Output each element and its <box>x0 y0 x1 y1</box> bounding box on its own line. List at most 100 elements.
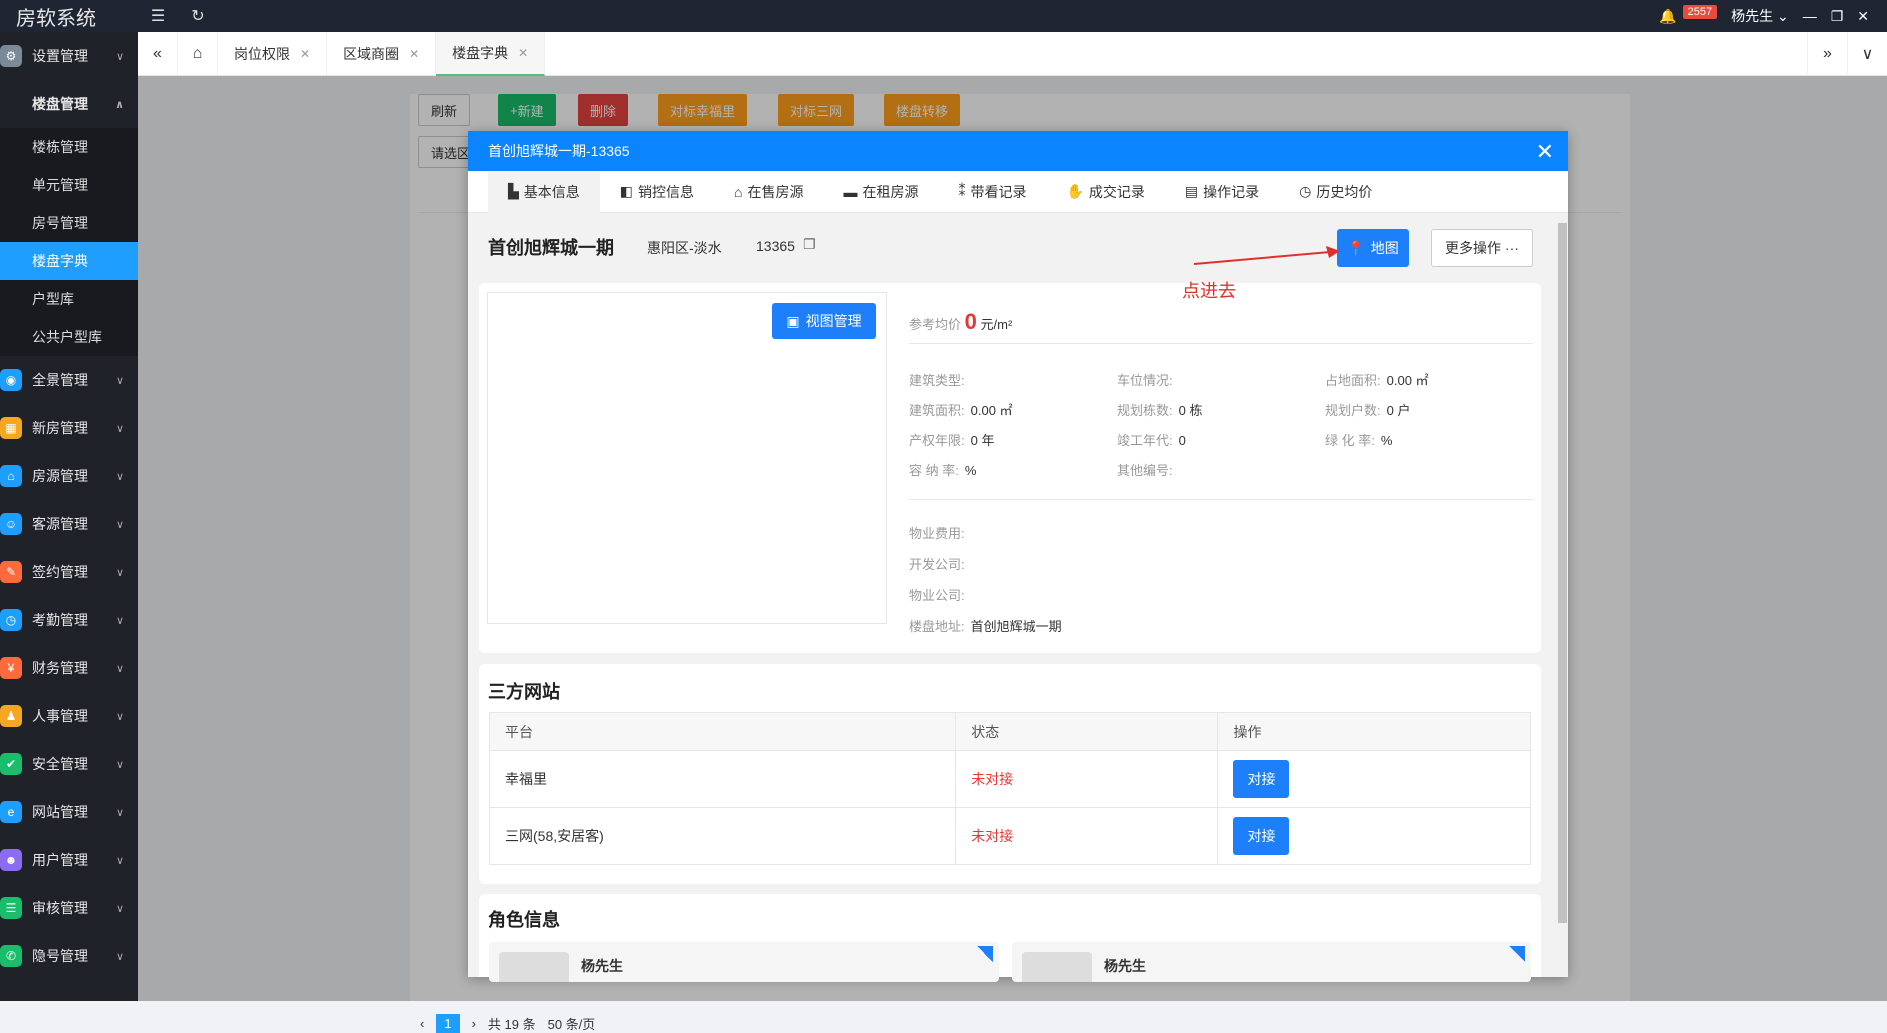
estate-code: 13365 <box>756 238 795 254</box>
chevron-down-icon: ∨ <box>115 614 124 627</box>
field-planned-households: 规划户数: 0 户 <box>1325 403 1411 418</box>
tab-label: 基本信息 <box>523 183 580 200</box>
tab-label: 历史均价 <box>1316 183 1373 200</box>
user-menu[interactable]: 杨先生 ⌄ <box>1731 6 1789 26</box>
connect-button[interactable]: 对接 <box>1233 760 1290 798</box>
tab-label: 楼盘字典 <box>452 44 509 61</box>
scroll-left-icon[interactable]: « <box>138 31 178 76</box>
role-person-name: 杨先生 <box>581 958 623 974</box>
sidebar-item-customer[interactable]: ☺ 客源管理 ∨ <box>0 500 138 548</box>
scrollbar-thumb[interactable] <box>1558 223 1567 923</box>
handshake-icon: ✋ <box>1066 183 1084 199</box>
third-party-title: 三方网站 <box>488 682 560 702</box>
sidebar-item-finance[interactable]: ¥ 财务管理 ∨ <box>0 644 138 692</box>
tab-area-business[interactable]: 区域商圈 ✕ <box>327 31 437 76</box>
annotation-text: 点进去 <box>1182 281 1236 301</box>
scroll-right-icon[interactable]: » <box>1807 32 1847 76</box>
tab-deal-records[interactable]: ✋ 成交记录 <box>1046 171 1164 213</box>
sidebar-item-contract[interactable]: ✎ 签约管理 ∨ <box>0 548 138 596</box>
modal-scrollbar[interactable] <box>1556 213 1568 977</box>
tab-estate-dict[interactable]: 楼盘字典 ✕ <box>436 31 546 76</box>
gear-icon: ⚙ <box>0 45 22 67</box>
role-card[interactable]: 杨先生 <box>1012 942 1531 982</box>
close-icon[interactable]: ✕ <box>1536 139 1554 165</box>
building-icon: ▦ <box>0 417 22 439</box>
sidebar-item-hidden-number[interactable]: ✆ 隐号管理 ∨ <box>0 932 138 980</box>
per-page-select[interactable]: 50 条/页 <box>548 1014 596 1033</box>
connect-button[interactable]: 对接 <box>1233 817 1290 855</box>
view-manage-button[interactable]: ▣ 视图管理 <box>772 303 876 339</box>
menu-toggle-icon[interactable]: ☰ <box>138 6 178 26</box>
close-window-icon[interactable]: ✕ <box>1857 8 1869 25</box>
tab-for-sale[interactable]: ⌂ 在售房源 <box>714 171 823 213</box>
building-icon: ▙ <box>508 183 519 199</box>
estate-name: 首创旭辉城一期 <box>488 238 614 258</box>
sidebar-item-website[interactable]: e 网站管理 ∨ <box>0 788 138 836</box>
table-row: 三网(58,安居客) 未对接 对接 <box>488 807 1531 865</box>
footprint-icon: ⁑ <box>958 183 966 199</box>
sidebar-item-hr[interactable]: ♟ 人事管理 ∨ <box>0 692 138 740</box>
file-icon: ▤ <box>1184 183 1199 199</box>
sidebar-item-audit[interactable]: ☰ 审核管理 ∨ <box>0 884 138 932</box>
copy-icon[interactable]: ❐ <box>803 236 816 253</box>
sidebar-subitem-estate-dict[interactable]: 楼盘字典 <box>0 242 138 280</box>
sidebar-item-label: 人事管理 <box>32 708 88 724</box>
tab-label: 成交记录 <box>1088 183 1145 200</box>
home-tab-icon[interactable]: ⌂ <box>178 31 218 76</box>
tab-post-permission[interactable]: 岗位权限 ✕ <box>218 31 328 76</box>
tab-for-rent[interactable]: ▬ 在租房源 <box>823 171 938 213</box>
tab-operation-records[interactable]: ▤ 操作记录 <box>1165 171 1279 213</box>
tab-label: 在租房源 <box>862 183 919 200</box>
sidebar-item-label: 用户管理 <box>32 852 88 868</box>
tab-label: 岗位权限 <box>234 45 290 62</box>
tab-basic-info[interactable]: ▙ 基本信息 <box>488 170 600 213</box>
field-developer: 开发公司: <box>909 557 965 572</box>
sidebar-subitem-public-layout[interactable]: 公共户型库 <box>0 318 138 356</box>
field-completion-year: 竣工年代: 0 <box>1117 433 1186 448</box>
next-page-icon[interactable]: › <box>472 1016 476 1031</box>
close-icon[interactable]: ✕ <box>518 46 528 60</box>
sidebar-item-attendance[interactable]: ◷ 考勤管理 ∨ <box>0 596 138 644</box>
sidebar-subitem-room[interactable]: 房号管理 <box>0 204 138 242</box>
sidebar-item-security[interactable]: ✔ 安全管理 ∨ <box>0 740 138 788</box>
prev-page-icon[interactable]: ‹ <box>420 1016 424 1031</box>
sidebar-item-listing[interactable]: ⌂ 房源管理 ∨ <box>0 452 138 500</box>
sidebar-item-settings[interactable]: ⚙ 设置管理 ∨ <box>0 32 138 80</box>
field-land-area: 占地面积: 0.00 ㎡ <box>1325 373 1429 388</box>
vr-icon: ◉ <box>0 369 22 391</box>
field-green-rate: 绿 化 率:% <box>1325 433 1393 448</box>
sidebar-item-label: 楼盘管理 <box>32 96 88 112</box>
tab-price-history[interactable]: ◷ 历史均价 <box>1279 171 1392 213</box>
tab-menu-icon[interactable]: ∨ <box>1847 32 1887 76</box>
estate-header: 首创旭辉城一期 惠阳区-淡水 13365 ❐ 📍 地图 更多操作 ··· <box>479 219 1541 277</box>
more-actions-button[interactable]: 更多操作 ··· <box>1431 229 1533 267</box>
restore-icon[interactable]: ❐ <box>1831 8 1844 25</box>
tab-viewing-records[interactable]: ⁑ 带看记录 <box>938 171 1046 213</box>
sidebar-item-newhouse[interactable]: ▦ 新房管理 ∨ <box>0 404 138 452</box>
role-card[interactable]: 杨先生 <box>489 942 999 982</box>
sales-icon: ◧ <box>619 183 634 199</box>
chevron-down-icon: ∨ <box>115 566 124 579</box>
status-badge: 未对接 <box>955 807 1219 865</box>
field-address: 楼盘地址: 首创旭辉城一期 <box>909 619 1062 634</box>
tab-sales-control[interactable]: ◧ 销控信息 <box>600 171 714 213</box>
sidebar-item-vr[interactable]: ◉ 全景管理 ∨ <box>0 356 138 404</box>
sidebar-item-label: 新房管理 <box>32 420 88 436</box>
sidebar-subitem-layout[interactable]: 户型库 <box>0 280 138 318</box>
chevron-down-icon: ∨ <box>115 806 124 819</box>
bell-icon[interactable]: 🔔 <box>1659 8 1676 25</box>
role-person-name: 杨先生 <box>1104 958 1146 974</box>
close-icon[interactable]: ✕ <box>300 47 310 61</box>
estate-detail-modal: 首创旭辉城一期-13365 ✕ ▙ 基本信息 ◧ 销控信息 ⌂ 在售房源 ▬ 在租房源 … <box>468 131 1568 982</box>
sidebar-subitem-unit[interactable]: 单元管理 <box>0 166 138 204</box>
refresh-icon[interactable]: ↻ <box>178 6 218 26</box>
page-number[interactable]: 1 <box>436 1014 460 1033</box>
clock-icon: ◷ <box>0 609 22 631</box>
field-planned-buildings: 规划栋数: 0 栋 <box>1117 403 1203 418</box>
field-property-years: 产权年限: 0 年 <box>909 433 995 448</box>
sidebar-item-estate[interactable]: 楼盘管理 ∧ <box>0 80 138 128</box>
sidebar-subitem-building[interactable]: 楼栋管理 <box>0 128 138 166</box>
close-icon[interactable]: ✕ <box>409 47 419 61</box>
sidebar-item-users[interactable]: ☻ 用户管理 ∨ <box>0 836 138 884</box>
minimize-icon[interactable]: — <box>1803 8 1817 24</box>
